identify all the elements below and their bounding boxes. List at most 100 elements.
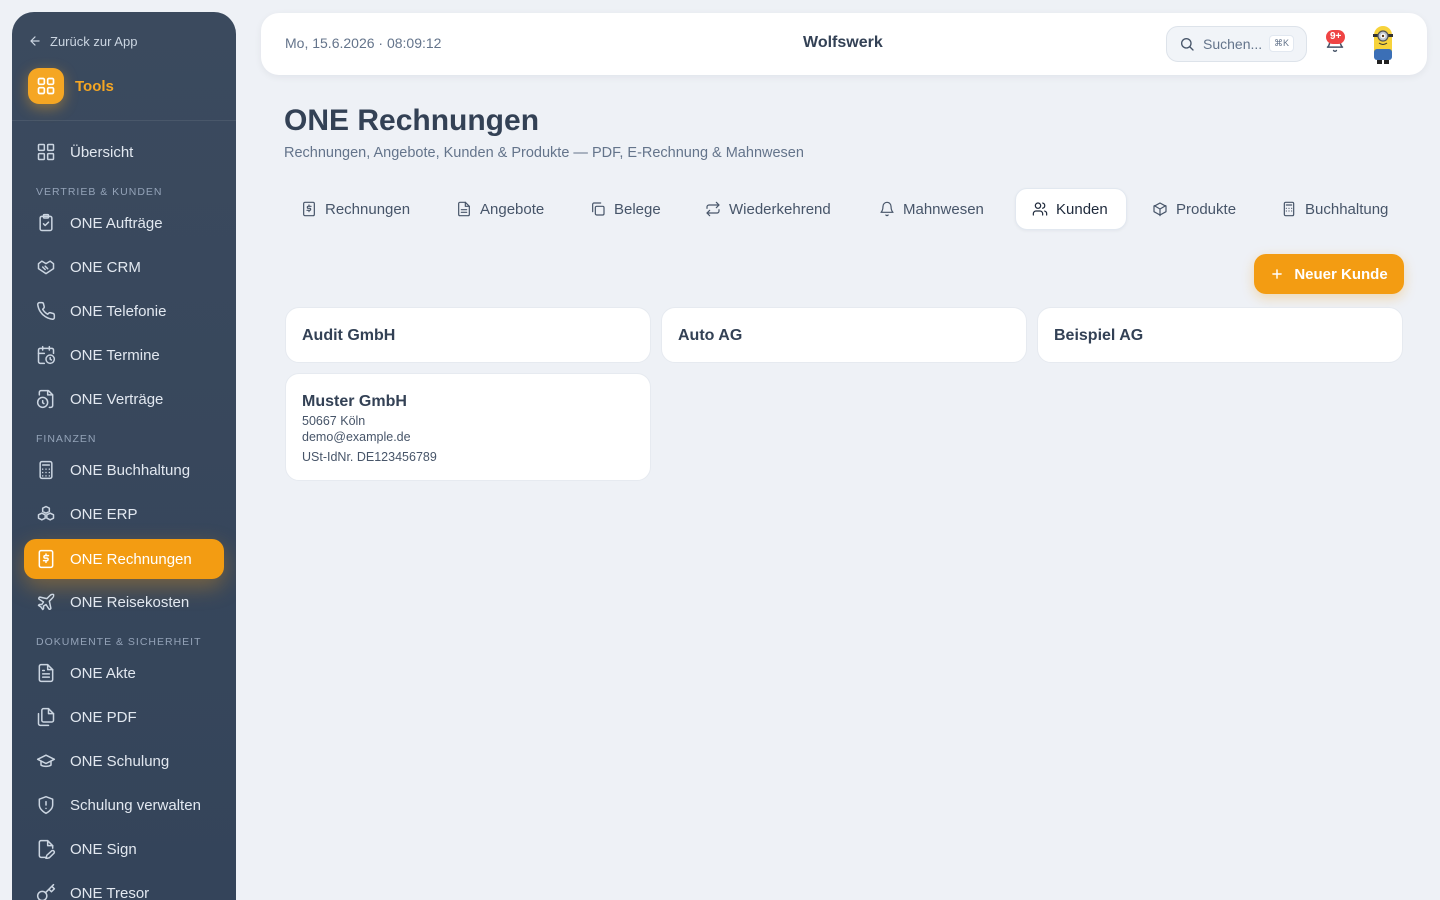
customer-card[interactable]: Beispiel AG bbox=[1037, 307, 1403, 363]
sidebar-divider bbox=[12, 120, 236, 121]
tab-label: Buchhaltung bbox=[1305, 200, 1389, 218]
sidebar-item-termine[interactable]: ONE Termine bbox=[24, 335, 224, 375]
sidebar-item-label: ONE Verträge bbox=[70, 390, 164, 408]
brand-name: Wolfswerk bbox=[803, 34, 883, 51]
search-shortcut: ⌘K bbox=[1268, 35, 1294, 52]
sidebar-item-buchhaltung[interactable]: ONE Buchhaltung bbox=[24, 450, 224, 490]
shield-alert-icon bbox=[38, 795, 54, 815]
tab-produkte[interactable]: Produkte bbox=[1136, 188, 1252, 230]
sidebar-item-pdf[interactable]: ONE PDF bbox=[24, 697, 224, 737]
sidebar-item-sign[interactable]: ONE Sign bbox=[24, 829, 224, 869]
copy-icon bbox=[592, 202, 605, 216]
sidebar-item-reisekosten[interactable]: ONE Reisekosten bbox=[24, 582, 224, 622]
customer-card[interactable]: Audit GmbH bbox=[285, 307, 651, 363]
customer-card[interactable]: Muster GmbH 50667 Köln demo@example.de U… bbox=[285, 373, 651, 481]
sidebar-item-schulung-verwalten[interactable]: Schulung verwalten bbox=[24, 785, 224, 825]
sidebar-item-label: ONE Buchhaltung bbox=[70, 461, 191, 479]
calculator-icon bbox=[1283, 201, 1295, 217]
new-customer-label: Neuer Kunde bbox=[1294, 265, 1388, 283]
sidebar-item-label: Übersicht bbox=[70, 143, 134, 161]
key-icon bbox=[36, 883, 56, 900]
bell-icon bbox=[880, 201, 894, 217]
page-subtitle: Rechnungen, Angebote, Kunden & Produkte … bbox=[284, 145, 804, 161]
sidebar-item-label: ONE Schulung bbox=[70, 752, 170, 770]
customer-name: Audit GmbH bbox=[302, 327, 396, 344]
package-icon bbox=[1153, 202, 1167, 217]
notifications-badge: 9+ bbox=[1326, 30, 1346, 44]
sidebar-item-label: ONE Termine bbox=[70, 346, 160, 364]
sidebar-item-label: Schulung verwalten bbox=[70, 796, 201, 814]
sidebar-item-akte[interactable]: ONE Akte bbox=[24, 653, 224, 693]
file-pen-icon bbox=[38, 839, 56, 859]
sidebar: Zurück zur App Tools Übersicht VERTRIEB … bbox=[12, 12, 236, 900]
customer-name: Auto AG bbox=[678, 327, 743, 344]
tab-angebote[interactable]: Angebote bbox=[440, 188, 560, 230]
sidebar-item-schulung[interactable]: ONE Schulung bbox=[24, 741, 224, 781]
tab-label: Produkte bbox=[1176, 200, 1237, 218]
sidebar-item-label: ONE Tresor bbox=[70, 884, 150, 900]
sidebar-item-label: ONE Sign bbox=[70, 840, 137, 858]
file-text-icon bbox=[38, 663, 54, 683]
receipt-dollar-icon bbox=[303, 201, 315, 217]
customer-email: demo@example.de bbox=[302, 430, 411, 444]
new-customer-button[interactable]: Neuer Kunde bbox=[1254, 254, 1404, 294]
back-label: Zurück zur App bbox=[50, 33, 138, 49]
customer-card[interactable]: Auto AG bbox=[661, 307, 1027, 363]
tab-mahnwesen[interactable]: Mahnwesen bbox=[863, 188, 1000, 230]
users-icon bbox=[1032, 202, 1048, 216]
tab-label: Angebote bbox=[480, 200, 545, 218]
search-input[interactable]: Suchen... ⌘K bbox=[1166, 26, 1307, 62]
sidebar-item-rechnungen[interactable]: ONE Rechnungen bbox=[24, 539, 224, 579]
customer-name: Beispiel AG bbox=[1054, 327, 1144, 344]
sidebar-item-tresor[interactable]: ONE Tresor bbox=[24, 873, 224, 900]
tab-label: Rechnungen bbox=[325, 200, 411, 218]
handshake-icon bbox=[37, 260, 55, 275]
avatar[interactable] bbox=[1369, 23, 1397, 65]
datetime: Mo, 15.6.2026 · 08:09:12 bbox=[285, 35, 442, 51]
files-icon bbox=[37, 707, 55, 727]
grid-icon bbox=[28, 68, 64, 104]
repeat-icon bbox=[706, 201, 720, 217]
tab-label: Mahnwesen bbox=[903, 200, 984, 218]
sidebar-item-erp[interactable]: ONE ERP bbox=[24, 494, 224, 534]
section-finanzen: FINANZEN bbox=[36, 433, 97, 445]
file-clock-icon bbox=[36, 389, 54, 409]
tab-label: Belege bbox=[614, 200, 661, 218]
search-placeholder: Suchen... bbox=[1203, 36, 1263, 52]
receipt-dollar-icon bbox=[38, 549, 54, 569]
tab-buchhaltung[interactable]: Buchhaltung bbox=[1265, 188, 1404, 230]
back-to-app-link[interactable]: Zurück zur App bbox=[28, 32, 137, 50]
customer-city: 50667 Köln bbox=[302, 414, 366, 428]
tab-belege[interactable]: Belege bbox=[574, 188, 677, 230]
sidebar-item-label: ONE Aufträge bbox=[70, 214, 163, 232]
grid-icon bbox=[37, 143, 55, 161]
phone-icon bbox=[37, 301, 56, 320]
tab-rechnungen[interactable]: Rechnungen bbox=[285, 188, 426, 230]
sidebar-item-label: ONE Reisekosten bbox=[70, 593, 190, 611]
sidebar-item-telefonie[interactable]: ONE Telefonie bbox=[24, 291, 224, 331]
sidebar-item-uebersicht[interactable]: Übersicht bbox=[24, 132, 224, 172]
tools-header[interactable]: Tools bbox=[28, 68, 114, 104]
boxes-icon bbox=[37, 505, 55, 521]
calculator-icon bbox=[39, 460, 53, 480]
sidebar-item-vertraege[interactable]: ONE Verträge bbox=[24, 379, 224, 419]
graduation-cap-icon bbox=[36, 754, 56, 768]
tab-kunden[interactable]: Kunden bbox=[1015, 188, 1127, 230]
customer-name: Muster GmbH bbox=[302, 393, 407, 410]
section-vertrieb: VERTRIEB & KUNDEN bbox=[36, 186, 163, 198]
calendar-clock-icon bbox=[37, 345, 56, 365]
clipboard-check-icon bbox=[39, 213, 53, 232]
sidebar-item-crm[interactable]: ONE CRM bbox=[24, 247, 224, 287]
file-text-icon bbox=[458, 201, 470, 217]
plane-icon bbox=[37, 593, 55, 611]
sidebar-item-label: ONE ERP bbox=[70, 505, 138, 523]
tools-label: Tools bbox=[75, 77, 114, 95]
tab-label: Wiederkehrend bbox=[729, 200, 831, 218]
tab-wiederkehrend[interactable]: Wiederkehrend bbox=[689, 188, 847, 230]
top-bar: Mo, 15.6.2026 · 08:09:12 Wolfswerk Suche… bbox=[261, 13, 1427, 75]
sidebar-item-label: ONE Telefonie bbox=[70, 302, 167, 320]
plus-icon bbox=[1272, 269, 1283, 279]
sidebar-item-auftraege[interactable]: ONE Aufträge bbox=[24, 203, 224, 243]
sidebar-item-label: ONE CRM bbox=[70, 258, 141, 276]
customer-vat: USt-IdNr. DE123456789 bbox=[302, 450, 437, 464]
